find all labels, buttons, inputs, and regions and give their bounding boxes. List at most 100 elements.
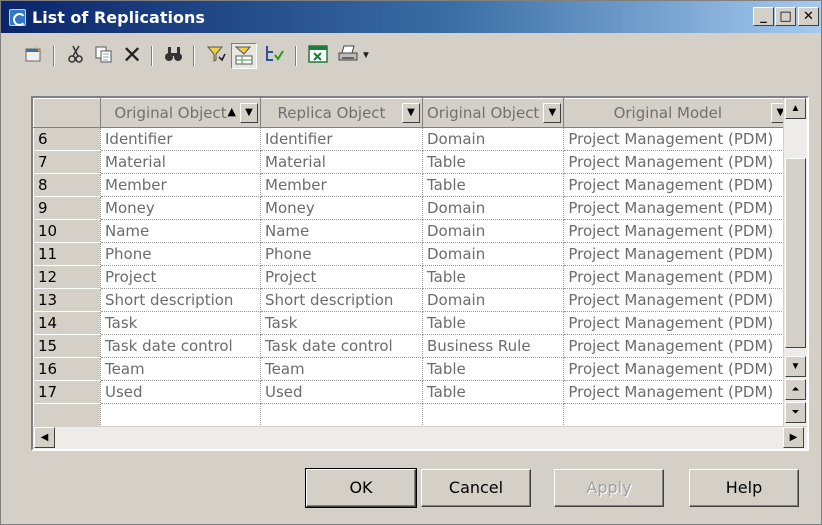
filter-icon[interactable]: [203, 43, 229, 69]
original-object-type-cell[interactable]: Domain: [422, 219, 565, 243]
scroll-up-icon[interactable]: ▲: [785, 98, 806, 119]
original-object-cell[interactable]: Member: [100, 173, 261, 197]
replica-object-cell[interactable]: Task date control: [260, 334, 423, 358]
table-row[interactable]: 15 Task date control Task date control Busi…: [33, 334, 805, 358]
row-number-cell[interactable]: 6: [33, 127, 101, 151]
row-number-cell[interactable]: [33, 403, 101, 427]
column-select-icon[interactable]: [261, 43, 287, 69]
original-model-cell[interactable]: Project Management (PDM): [563, 311, 793, 335]
original-object-type-cell[interactable]: Domain: [422, 242, 565, 266]
original-model-cell[interactable]: Project Management (PDM): [563, 265, 793, 289]
replica-object-cell[interactable]: Short description: [260, 288, 423, 312]
original-object-cell[interactable]: Identifier: [100, 127, 261, 151]
print-dropdown-icon[interactable]: ▼: [359, 43, 373, 69]
original-object-cell[interactable]: Project: [100, 265, 261, 289]
original-object-type-cell[interactable]: Domain: [422, 196, 565, 220]
original-object-type-cell[interactable]: Domain: [422, 127, 565, 151]
table-row[interactable]: 12 Project Project Table Project Management …: [33, 265, 805, 289]
scroll-page-down-icon[interactable]: ⏷: [785, 402, 806, 423]
find-icon[interactable]: [161, 43, 187, 69]
table-row[interactable]: 9 Money Money Domain Project Management (PDM…: [33, 196, 805, 220]
column-filter-dropdown-icon[interactable]: ▼: [240, 103, 258, 123]
replica-object-cell[interactable]: Material: [260, 150, 423, 174]
scroll-thumb[interactable]: [785, 158, 806, 348]
table-row[interactable]: 10 Name Name Domain Project Management (PDM): [33, 219, 805, 243]
empty-cell[interactable]: [563, 403, 793, 427]
empty-new-row[interactable]: [33, 403, 805, 427]
column-header-original-model[interactable]: Original Model ▼: [563, 98, 793, 128]
original-object-cell[interactable]: Used: [100, 380, 261, 404]
original-object-type-cell[interactable]: Table: [422, 380, 565, 404]
original-object-type-cell[interactable]: Table: [422, 173, 565, 197]
column-header-original-object-type[interactable]: Original Object ▼: [421, 98, 565, 128]
row-number-cell[interactable]: 13: [33, 288, 101, 312]
row-number-cell[interactable]: 16: [33, 357, 101, 381]
original-object-cell[interactable]: Money: [100, 196, 261, 220]
original-model-cell[interactable]: Project Management (PDM): [563, 196, 793, 220]
replica-object-cell[interactable]: Project: [260, 265, 423, 289]
original-object-type-cell[interactable]: Table: [422, 265, 565, 289]
row-number-cell[interactable]: 7: [33, 150, 101, 174]
original-model-cell[interactable]: Project Management (PDM): [563, 357, 793, 381]
column-filter-dropdown-icon[interactable]: ▼: [543, 103, 562, 123]
column-header-original-object[interactable]: Original Object ▲ ▼: [100, 98, 261, 128]
original-object-type-cell[interactable]: Table: [422, 311, 565, 335]
replica-object-cell[interactable]: Member: [260, 173, 423, 197]
corner-header[interactable]: [33, 98, 101, 128]
scroll-page-up-icon[interactable]: ⏶: [785, 379, 806, 400]
ok-button[interactable]: OK: [305, 468, 417, 508]
apply-button[interactable]: Apply: [554, 469, 664, 507]
empty-cell[interactable]: [100, 403, 261, 427]
original-object-cell[interactable]: Short description: [100, 288, 261, 312]
scroll-left-icon[interactable]: ◀: [34, 427, 55, 448]
minimize-button[interactable]: _: [753, 7, 774, 26]
original-object-cell[interactable]: Task: [100, 311, 261, 335]
replica-object-cell[interactable]: Name: [260, 219, 423, 243]
copy-icon[interactable]: [91, 43, 117, 69]
table-row[interactable]: 11 Phone Phone Domain Project Management (PD…: [33, 242, 805, 266]
empty-cell[interactable]: [422, 403, 565, 427]
original-object-type-cell[interactable]: Table: [422, 357, 565, 381]
filter-toggle-icon[interactable]: [231, 43, 257, 69]
help-button[interactable]: Help: [689, 469, 799, 507]
row-number-cell[interactable]: 12: [33, 265, 101, 289]
title-bar[interactable]: List of Replications _ □ ✕: [1, 1, 821, 33]
original-object-cell[interactable]: Task date control: [100, 334, 261, 358]
table-row[interactable]: 14 Task Task Table Project Management (PDM): [33, 311, 805, 335]
replica-object-cell[interactable]: Phone: [260, 242, 423, 266]
row-number-cell[interactable]: 14: [33, 311, 101, 335]
vertical-scrollbar[interactable]: ▲ ▼ ⏶ ⏷: [783, 98, 807, 426]
replica-object-cell[interactable]: Money: [260, 196, 423, 220]
delete-icon[interactable]: ✕: [119, 43, 145, 69]
original-model-cell[interactable]: Project Management (PDM): [563, 219, 793, 243]
cut-icon[interactable]: [63, 43, 89, 69]
original-object-type-cell[interactable]: Domain: [422, 288, 565, 312]
row-number-cell[interactable]: 8: [33, 173, 101, 197]
original-object-cell[interactable]: Team: [100, 357, 261, 381]
table-row[interactable]: 7 Material Material Table Project Management…: [33, 150, 805, 174]
table-row[interactable]: 6 Identifier Identifier Domain Project Manag…: [33, 127, 805, 151]
replica-object-cell[interactable]: Identifier: [260, 127, 423, 151]
scroll-down-icon[interactable]: ▼: [785, 356, 806, 377]
replica-object-cell[interactable]: Used: [260, 380, 423, 404]
original-model-cell[interactable]: Project Management (PDM): [563, 288, 793, 312]
horizontal-scrollbar[interactable]: ◀ ▶: [33, 426, 807, 449]
row-number-cell[interactable]: 17: [33, 380, 101, 404]
original-object-type-cell[interactable]: Business Rule: [422, 334, 565, 358]
original-model-cell[interactable]: Project Management (PDM): [563, 334, 793, 358]
scroll-right-icon[interactable]: ▶: [783, 427, 804, 448]
column-header-replica-object[interactable]: Replica Object ▼: [260, 98, 423, 128]
properties-icon[interactable]: [21, 43, 47, 69]
row-number-cell[interactable]: 11: [33, 242, 101, 266]
cancel-button[interactable]: Cancel: [421, 469, 531, 507]
close-button[interactable]: ✕: [798, 7, 819, 26]
original-object-type-cell[interactable]: Table: [422, 150, 565, 174]
replica-object-cell[interactable]: Team: [260, 357, 423, 381]
maximize-button[interactable]: □: [775, 7, 796, 26]
table-row[interactable]: 13 Short description Short description Doma…: [33, 288, 805, 312]
row-number-cell[interactable]: 15: [33, 334, 101, 358]
original-object-cell[interactable]: Phone: [100, 242, 261, 266]
original-model-cell[interactable]: Project Management (PDM): [563, 380, 793, 404]
original-model-cell[interactable]: Project Management (PDM): [563, 127, 793, 151]
original-model-cell[interactable]: Project Management (PDM): [563, 173, 793, 197]
